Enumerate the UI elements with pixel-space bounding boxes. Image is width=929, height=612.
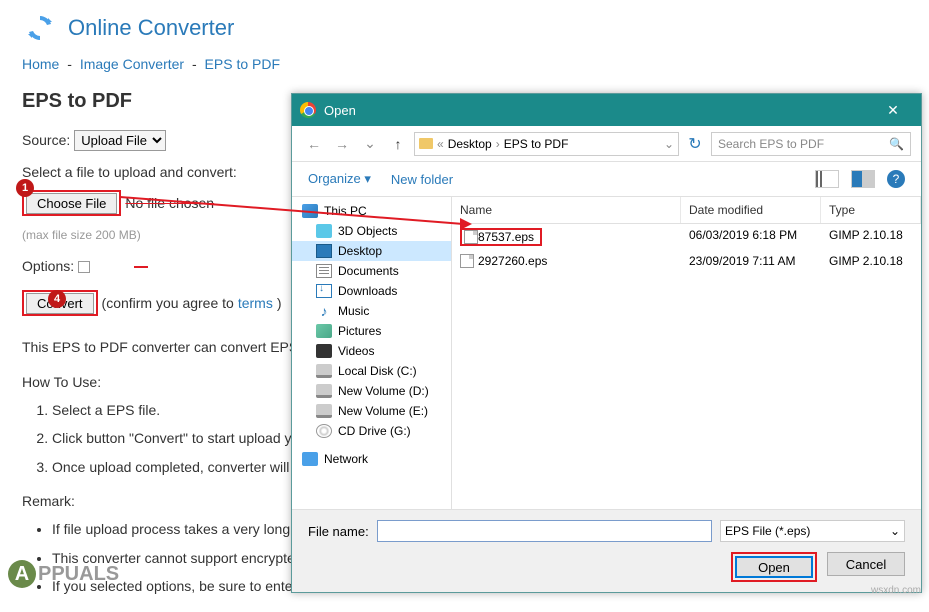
search-input[interactable]: Search EPS to PDF 🔍 <box>711 132 911 156</box>
tree-volume-e[interactable]: New Volume (E:) <box>292 401 451 421</box>
new-folder-button[interactable]: New folder <box>391 172 453 187</box>
agree-prefix: (confirm you agree to <box>102 292 234 314</box>
open-dialog: Open ✕ ← → ⌄ ↑ « Desktop › EPS to PDF ⌄ … <box>291 93 922 593</box>
file-name: 2927260.eps <box>478 254 547 268</box>
tree-documents[interactable]: Documents <box>292 261 451 281</box>
tree-downloads[interactable]: Downloads <box>292 281 451 301</box>
choose-file-button[interactable]: Choose File <box>26 193 117 214</box>
col-date[interactable]: Date modified <box>681 197 821 223</box>
breadcrumb-eps-pdf[interactable]: EPS to PDF <box>205 56 280 72</box>
path-desktop[interactable]: Desktop <box>448 137 492 151</box>
filetype-select[interactable]: EPS File (*.eps)⌄ <box>720 520 905 542</box>
file-row[interactable]: 2927260.eps 23/09/2019 7:11 AM GIMP 2.10… <box>452 250 921 272</box>
documents-icon <box>316 264 332 278</box>
view-mode-button[interactable] <box>815 170 839 188</box>
cancel-button[interactable]: Cancel <box>827 552 905 576</box>
disk-icon <box>316 384 332 398</box>
tree-local-c[interactable]: Local Disk (C:) <box>292 361 451 381</box>
site-title: Online Converter <box>68 15 234 41</box>
breadcrumb-image-converter[interactable]: Image Converter <box>80 56 184 72</box>
badge-1: 1 <box>16 179 34 197</box>
organize-menu[interactable]: Organize ▾ <box>308 171 371 187</box>
source-select[interactable]: Upload File <box>74 130 166 151</box>
logo-icon <box>22 10 58 46</box>
file-row[interactable]: 87537.eps 06/03/2019 6:18 PM GIMP 2.10.1… <box>452 224 921 250</box>
3d-icon <box>316 224 332 238</box>
source-label: Source: <box>22 129 70 151</box>
file-icon <box>460 254 474 268</box>
col-type[interactable]: Type <box>821 197 921 223</box>
path-bar[interactable]: « Desktop › EPS to PDF ⌄ <box>414 132 679 156</box>
folder-icon <box>419 138 433 149</box>
tree-cd-g[interactable]: CD Drive (G:) <box>292 421 451 441</box>
options-checkbox[interactable] <box>78 261 90 273</box>
music-icon: ♪ <box>316 304 332 318</box>
disk-icon <box>316 404 332 418</box>
tree-music[interactable]: ♪Music <box>292 301 451 321</box>
badge-4: 4 <box>48 290 66 308</box>
path-epspdf[interactable]: EPS to PDF <box>504 137 569 151</box>
search-icon: 🔍 <box>889 137 904 151</box>
open-button[interactable]: Open <box>735 556 813 578</box>
cd-icon <box>316 424 332 438</box>
refresh-icon[interactable]: ↻ <box>683 132 707 156</box>
downloads-icon <box>316 284 332 298</box>
file-name: 87537.eps <box>478 230 534 244</box>
file-date: 23/09/2019 7:11 AM <box>681 252 821 270</box>
tree-network[interactable]: Network <box>292 449 451 469</box>
pictures-icon <box>316 324 332 338</box>
chevron-down-icon: ⌄ <box>890 524 900 538</box>
tree-volume-d[interactable]: New Volume (D:) <box>292 381 451 401</box>
tree-videos[interactable]: Videos <box>292 341 451 361</box>
network-icon <box>302 452 318 466</box>
file-icon <box>464 230 478 244</box>
nav-dropdown-icon[interactable]: ⌄ <box>358 132 382 156</box>
terms-link[interactable]: terms <box>238 292 273 314</box>
file-list-header: Name Date modified Type <box>452 197 921 224</box>
disk-icon <box>316 364 332 378</box>
breadcrumb: Home - Image Converter - EPS to PDF <box>0 56 929 77</box>
nav-back-icon[interactable]: ← <box>302 132 326 156</box>
tree-pictures[interactable]: Pictures <box>292 321 451 341</box>
agree-suffix: ) <box>277 292 282 314</box>
help-icon[interactable]: ? <box>887 170 905 188</box>
watermark: wsxdn.com <box>871 585 921 596</box>
folder-tree: This PC 3D Objects Desktop Documents Dow… <box>292 197 452 509</box>
chevron-down-icon[interactable]: ⌄ <box>664 137 674 151</box>
nav-up-icon[interactable]: ↑ <box>386 132 410 156</box>
dialog-title: Open <box>324 103 873 118</box>
dialog-titlebar: Open ✕ <box>292 94 921 126</box>
desktop-icon <box>316 244 332 258</box>
appuals-logo: APPUALS <box>8 560 119 588</box>
breadcrumb-home[interactable]: Home <box>22 56 59 72</box>
nav-forward-icon[interactable]: → <box>330 132 354 156</box>
strike-mark <box>134 266 148 268</box>
preview-pane-button[interactable] <box>851 170 875 188</box>
file-type: GIMP 2.10.18 <box>821 252 921 270</box>
search-placeholder: Search EPS to PDF <box>718 137 824 151</box>
tree-desktop[interactable]: Desktop <box>292 241 451 261</box>
chrome-icon <box>300 102 316 118</box>
col-name[interactable]: Name <box>452 197 681 223</box>
file-type: GIMP 2.10.18 <box>821 226 921 248</box>
videos-icon <box>316 344 332 358</box>
filename-label: File name: <box>308 524 369 539</box>
tree-3d-objects[interactable]: 3D Objects <box>292 221 451 241</box>
arrow-head <box>460 218 472 230</box>
filename-input[interactable] <box>377 520 712 542</box>
close-button[interactable]: ✕ <box>873 94 913 126</box>
file-date: 06/03/2019 6:18 PM <box>681 226 821 248</box>
options-label: Options: <box>22 255 74 277</box>
file-list: 87537.eps 06/03/2019 6:18 PM GIMP 2.10.1… <box>452 224 921 509</box>
